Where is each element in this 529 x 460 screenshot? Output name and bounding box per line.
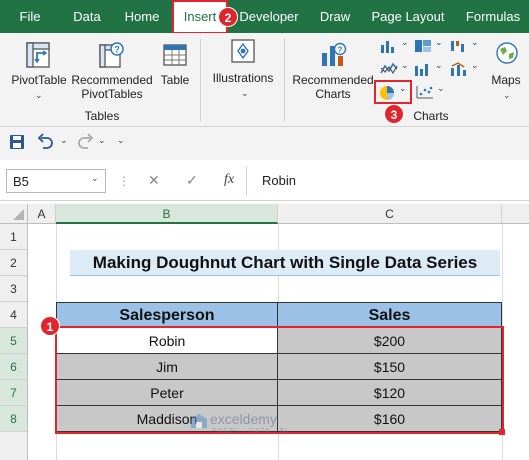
maps-chevron-icon[interactable]: ⌄ [503, 90, 511, 101]
pivot-table-icon [24, 41, 52, 72]
tab-formulas[interactable]: Formulas [458, 0, 528, 33]
combo-chart-icon[interactable] [450, 62, 468, 79]
ribbon-body: PivotTable ⌄ ? Recommended PivotTables Ta… [0, 33, 529, 127]
recommended-pivot-tables-icon: ? [97, 41, 125, 72]
fill-handle[interactable] [499, 429, 505, 435]
column-chart-icon[interactable] [380, 39, 398, 56]
tab-data[interactable]: Data [64, 0, 110, 33]
row-header-4[interactable]: 4 [0, 302, 28, 328]
row-header-1[interactable]: 1 [0, 224, 28, 250]
ribbon-tab-bar: File Data Home Insert Developer Draw Pag… [0, 0, 529, 34]
step-badge-1: 1 [40, 316, 60, 336]
table-button[interactable]: Table [157, 73, 193, 87]
recommended-charts-line1: Recommended [292, 73, 374, 87]
column-header-c[interactable]: C [278, 204, 502, 224]
recommended-charts-icon: ? [318, 41, 348, 72]
row-header-6[interactable]: 6 [0, 354, 28, 380]
redo-icon[interactable] [76, 132, 94, 153]
pivot-table-chevron-icon[interactable]: ⌄ [35, 90, 43, 101]
formula-bar-divider-icon: ⋮ [118, 174, 130, 188]
header-sales[interactable]: Sales [277, 302, 502, 328]
step-badge-3: 3 [384, 104, 404, 124]
recommended-pivot-tables-button[interactable]: Recommended PivotTables [70, 73, 154, 101]
exceldemy-logo-icon [191, 414, 207, 428]
illustrations-icon [228, 37, 258, 68]
undo-chevron-icon[interactable]: ⌄ [60, 135, 68, 146]
watermark-brand: exceldemy [210, 411, 277, 427]
column-header-d[interactable] [502, 204, 529, 224]
waterfall-chart-icon[interactable] [450, 39, 468, 56]
pie-doughnut-chart-button[interactable]: ⌄ [374, 80, 412, 104]
cancel-icon[interactable]: ✕ [148, 172, 160, 189]
maps-icon [494, 39, 520, 70]
row-header-8[interactable]: 8 [0, 406, 28, 432]
maps-button[interactable]: Maps [488, 73, 524, 87]
row-header-5[interactable]: 5 [0, 328, 28, 354]
column-chart-chevron-icon[interactable]: ⌄ [401, 37, 409, 48]
illustrations-chevron-icon[interactable]: ⌄ [241, 88, 249, 99]
scatter-chart-icon[interactable] [416, 85, 434, 102]
formula-input[interactable]: Robin [262, 173, 296, 188]
column-header-b[interactable]: B [56, 204, 278, 224]
svg-text:?: ? [338, 46, 343, 55]
statistic-chart-chevron-icon[interactable]: ⌄ [435, 60, 443, 71]
select-all-corner[interactable] [0, 204, 28, 224]
svg-text:?: ? [114, 45, 120, 55]
hierarchy-chart-chevron-icon[interactable]: ⌄ [435, 37, 443, 48]
recommended-pivot-line1: Recommended [71, 73, 153, 87]
name-box-chevron-icon[interactable]: ⌄ [91, 173, 99, 184]
redo-chevron-icon[interactable]: ⌄ [98, 135, 106, 146]
statistic-chart-icon[interactable] [414, 62, 432, 79]
customize-qat-icon[interactable]: ⌄ [117, 135, 125, 146]
waterfall-chart-chevron-icon[interactable]: ⌄ [471, 37, 479, 48]
tab-page-layout[interactable]: Page Layout [368, 0, 448, 33]
hierarchy-chart-icon[interactable] [414, 39, 432, 56]
name-box[interactable]: B5 ⌄ [6, 169, 106, 193]
sheet-title[interactable]: Making Doughnut Chart with Single Data S… [70, 250, 500, 276]
ribbon-separator [284, 39, 285, 121]
row-header-9[interactable] [0, 432, 28, 460]
recommended-pivot-line2: PivotTables [81, 87, 143, 101]
undo-icon[interactable] [37, 132, 55, 153]
tab-file[interactable]: File [8, 0, 52, 33]
table-icon [162, 41, 188, 72]
save-icon[interactable] [9, 134, 25, 153]
column-header-a[interactable]: A [28, 204, 56, 224]
watermark-tagline: EXCEL · DATA · BI [212, 428, 288, 435]
recommended-charts-line2: Charts [315, 87, 351, 101]
row-header-3[interactable]: 3 [0, 276, 28, 302]
tab-home[interactable]: Home [118, 0, 166, 33]
row-header-7[interactable]: 7 [0, 380, 28, 406]
header-salesperson[interactable]: Salesperson [56, 302, 278, 328]
tab-draw[interactable]: Draw [312, 0, 358, 33]
enter-icon[interactable]: ✓ [186, 172, 198, 189]
tables-group-label: Tables [84, 109, 120, 123]
selection-highlight [55, 326, 504, 434]
pivot-table-button[interactable]: PivotTable [9, 73, 69, 87]
tab-developer[interactable]: Developer [236, 0, 302, 33]
scatter-chart-chevron-icon[interactable]: ⌄ [437, 83, 445, 94]
charts-group-label: Charts [413, 109, 449, 123]
ribbon-separator [200, 39, 201, 121]
pie-chart-icon [379, 85, 395, 104]
name-box-value: B5 [13, 174, 29, 189]
recommended-charts-button[interactable]: Recommended Charts [290, 73, 376, 101]
quick-access-toolbar: ⌄ ⌄ ⌄ [0, 127, 529, 160]
line-chart-chevron-icon[interactable]: ⌄ [401, 60, 409, 71]
illustrations-button[interactable]: Illustrations [208, 71, 278, 85]
line-chart-icon[interactable] [380, 62, 398, 79]
row-header-2[interactable]: 2 [0, 250, 28, 276]
formula-separator [246, 166, 247, 196]
pie-chart-chevron-icon: ⌄ [399, 83, 407, 93]
step-badge-2: 2 [218, 7, 238, 27]
combo-chart-chevron-icon[interactable]: ⌄ [471, 60, 479, 71]
insert-function-icon[interactable]: fx [224, 172, 234, 188]
